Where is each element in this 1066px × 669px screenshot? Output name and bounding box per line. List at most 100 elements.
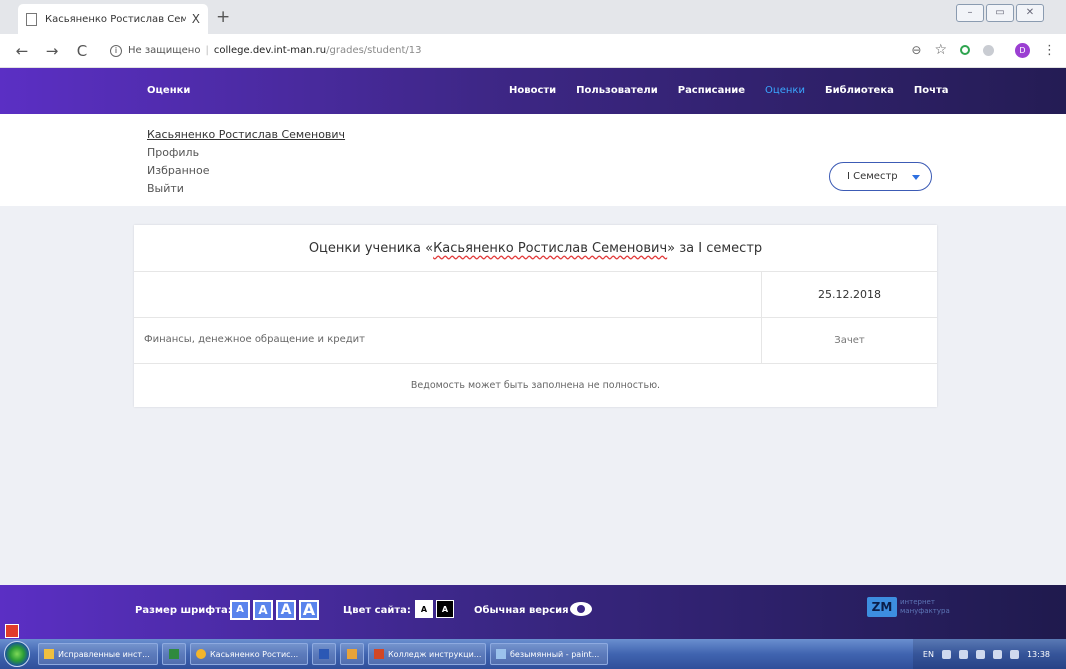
tab-title: Касьяненко Ростислав Семенович — [45, 13, 186, 25]
security-label: Не защищено — [128, 45, 201, 56]
start-button-icon[interactable] — [4, 641, 30, 667]
grade-cell: Зачет — [761, 318, 937, 363]
logout-link[interactable]: Выйти — [147, 180, 345, 198]
star-icon[interactable]: ☆ — [934, 42, 947, 58]
site-color-label: Цвет сайта: — [343, 605, 411, 616]
color-black-button[interactable]: A — [436, 600, 454, 618]
paint-icon — [496, 649, 506, 659]
zoom-icon[interactable]: ⊖ — [911, 43, 921, 57]
address-bar: ← → C i Не защищено | college.dev.int-man.… — [0, 34, 1066, 68]
logo-mark: ZM — [867, 597, 897, 617]
new-tab-button[interactable]: + — [216, 7, 230, 27]
extension-icon[interactable] — [960, 45, 970, 55]
table-row: Финансы, денежное обращение и кредит Зач… — [134, 318, 937, 364]
font-size-large-button[interactable]: A — [276, 600, 296, 620]
back-icon[interactable]: ← — [14, 42, 30, 60]
company-logo[interactable]: ZM интернет мануфактура — [867, 597, 950, 617]
taskbar-item[interactable]: Касьяненко Ростис... — [190, 643, 308, 665]
network-icon[interactable] — [958, 649, 968, 659]
font-size-small-button[interactable]: A — [230, 600, 250, 620]
nav-mail[interactable]: Почта — [914, 85, 949, 96]
url-path: /grades/student/13 — [326, 45, 422, 56]
nav-library[interactable]: Библиотека — [825, 85, 894, 96]
font-size-options: A A A A — [230, 600, 319, 620]
nav-grades[interactable]: Оценки — [765, 85, 805, 96]
browser-tab-strip: Касьяненко Ростислав Семенович X + – ▭ ✕ — [0, 0, 1066, 34]
address-bar-actions: ⊖ ☆ D ⋮ — [911, 42, 1056, 58]
os-taskbar: Исправленные инст... Касьяненко Ростис..… — [0, 639, 1066, 669]
reload-icon[interactable]: C — [74, 42, 90, 60]
clock[interactable]: 13:38 — [1027, 650, 1050, 659]
grades-title: Оценки ученика «Касьяненко Ростислав Сем… — [134, 225, 937, 272]
user-menu: Касьяненко Ростислав Семенович Профиль И… — [147, 126, 345, 198]
url-field[interactable]: Не защищено | college.dev.int-man.ru/grade… — [128, 45, 422, 56]
arrow-up-icon[interactable] — [941, 649, 951, 659]
nav-schedule[interactable]: Расписание — [678, 85, 745, 96]
maximize-icon[interactable]: ▭ — [986, 4, 1014, 22]
forward-icon[interactable]: → — [44, 42, 60, 60]
site-footer: Размер шрифта: A A A A Цвет сайта: A A О… — [0, 585, 1066, 639]
desktop-app-icon[interactable] — [5, 624, 19, 638]
font-size-label: Размер шрифта: — [135, 605, 232, 616]
info-icon[interactable]: i — [110, 44, 122, 57]
app-icon — [347, 649, 357, 659]
page-title: Оценки — [147, 85, 191, 96]
kebab-menu-icon[interactable]: ⋮ — [1043, 43, 1056, 58]
flag-icon[interactable] — [975, 649, 985, 659]
logo-line-1: интернет — [900, 598, 935, 606]
grades-table: Оценки ученика «Касьяненко Ростислав Сем… — [134, 225, 937, 407]
document-icon — [26, 12, 37, 26]
taskbar-item[interactable] — [162, 643, 186, 665]
site-color-options: A A — [415, 600, 454, 618]
word-icon — [319, 649, 329, 659]
monitor-icon[interactable] — [992, 649, 1002, 659]
user-panel: Касьяненко Ростислав Семенович Профиль И… — [0, 114, 1066, 206]
subject-name: Финансы, денежное обращение и кредит — [144, 334, 365, 345]
taskbar-item-label: Исправленные инст... — [58, 649, 150, 659]
nav-news[interactable]: Новости — [509, 85, 556, 96]
nav-users[interactable]: Пользователи — [576, 85, 658, 96]
student-name: Касьяненко Ростислав Семенович — [433, 240, 668, 256]
profile-link[interactable]: Профиль — [147, 144, 345, 162]
excel-icon — [169, 649, 179, 659]
grades-title-suffix: » за I семестр — [667, 240, 763, 256]
logo-line-2: мануфактура — [900, 607, 950, 615]
taskbar-item-label: безымянный - paint... — [510, 649, 600, 659]
site-header: Оценки Новости Пользователи Расписание О… — [0, 68, 1066, 114]
taskbar-item-label: Колледж инструкци... — [388, 649, 482, 659]
table-header-row: 25.12.2018 — [134, 272, 937, 318]
logo-text: интернет мануфактура — [900, 598, 950, 616]
minimize-icon[interactable]: – — [956, 4, 984, 22]
semester-value: I Семестр — [847, 171, 898, 182]
taskbar-item-label: Касьяненко Ростис... — [210, 649, 299, 659]
taskbar-item[interactable]: Колледж инструкци... — [368, 643, 486, 665]
semester-select[interactable]: I Семестр — [829, 162, 932, 191]
chrome-icon — [196, 649, 206, 659]
taskbar-item[interactable]: Исправленные инст... — [38, 643, 158, 665]
url-host: college.dev.int-man.ru — [213, 45, 327, 56]
chevron-down-icon — [912, 175, 920, 180]
close-icon[interactable]: X — [192, 12, 200, 26]
font-size-medium-button[interactable]: A — [253, 600, 273, 620]
language-indicator[interactable]: EN — [923, 650, 934, 659]
grades-title-prefix: Оценки ученика « — [308, 240, 434, 256]
favorites-link[interactable]: Избранное — [147, 162, 345, 180]
powerpoint-icon — [374, 649, 384, 659]
folder-icon — [44, 649, 54, 659]
taskbar-item[interactable] — [340, 643, 364, 665]
volume-icon[interactable] — [1009, 649, 1019, 659]
profile-avatar[interactable]: D — [1015, 42, 1030, 58]
close-window-icon[interactable]: ✕ — [1016, 4, 1044, 22]
taskbar-item[interactable]: безымянный - paint... — [490, 643, 608, 665]
taskbar-item[interactable] — [312, 643, 336, 665]
user-name-link[interactable]: Касьяненко Ростислав Семенович — [147, 126, 345, 144]
browser-tab[interactable]: Касьяненко Ростислав Семенович X — [18, 4, 208, 34]
eye-icon[interactable] — [570, 602, 592, 616]
normal-version-link[interactable]: Обычная версия — [474, 605, 569, 616]
color-white-button[interactable]: A — [415, 600, 433, 618]
date-column-header: 25.12.2018 — [761, 272, 937, 317]
font-size-xlarge-button[interactable]: A — [299, 600, 319, 620]
extension-icon-2[interactable] — [983, 44, 994, 56]
window-controls: – ▭ ✕ — [956, 4, 1044, 22]
system-tray: EN 13:38 — [912, 639, 1066, 669]
